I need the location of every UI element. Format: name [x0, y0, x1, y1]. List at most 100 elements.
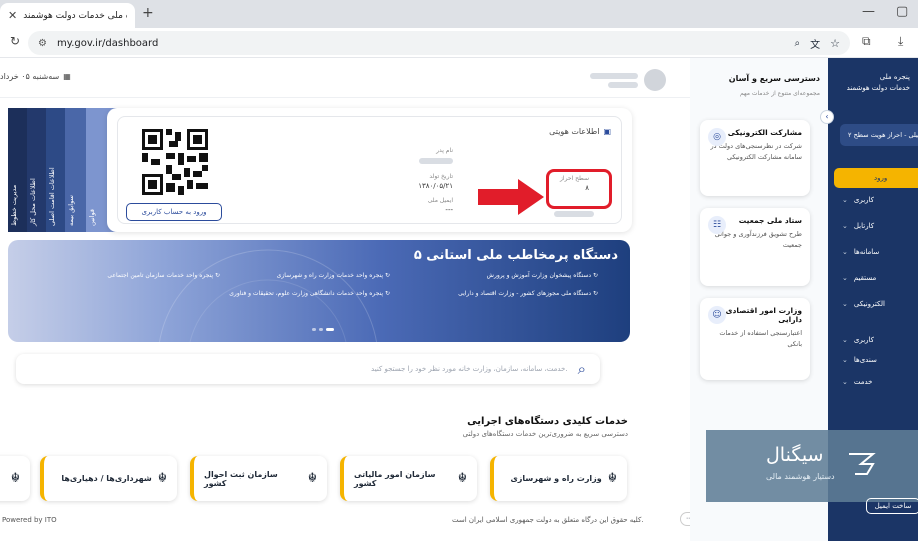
- quick-card[interactable]: ☷ ستاد ملی جمعیت طرح تشویق فرزندآوری و ج…: [700, 208, 810, 286]
- identity-card-inner: ورود به حساب کاربری اطلاعات هویتی ▣ نام …: [117, 116, 622, 224]
- service-title: وزارت راه و شهرسازی: [510, 474, 602, 483]
- sidebar-item[interactable]: ⌄ سامانه‌ها: [842, 248, 918, 256]
- bookmark-icon[interactable]: ☆: [830, 37, 840, 50]
- sidebar-item[interactable]: ⌄ خدمت: [842, 378, 918, 386]
- quick-card[interactable]: ☺ وزارت امور اقتصادی و دارایی اعتبارسنجی…: [700, 298, 810, 380]
- banner-link[interactable]: دستگاه پیشخوان وزارت آموزش و پرورش ↻: [487, 272, 598, 279]
- site-settings-icon[interactable]: ⚙: [38, 38, 47, 49]
- identity-title: اطلاعات هویتی ▣: [549, 127, 611, 136]
- father-name-field: نام پدر: [419, 147, 453, 166]
- link-icon: ↻: [592, 272, 598, 279]
- user-profile[interactable]: [580, 66, 666, 94]
- chevron-down-icon: ⌄: [842, 196, 848, 204]
- close-tab-icon[interactable]: ✕: [8, 9, 17, 22]
- quick-access-subtitle: مجموعه‌ای متنوع از خدمات مهم: [739, 90, 820, 97]
- sidebar-item[interactable]: ⌄ مستقیم: [842, 274, 918, 282]
- sidebar-item-label: الکترونیکی: [853, 300, 885, 308]
- folder-label: مدیریت خطوط: [10, 184, 18, 226]
- zoom-icon[interactable]: ⌕: [795, 38, 801, 49]
- field-value: ۱۳۸۰/۰۵/۲۱: [418, 182, 453, 190]
- link-icon: ↻: [214, 272, 220, 279]
- emblem-icon: ☬: [607, 471, 617, 486]
- service-card[interactable]: ☬: [0, 456, 30, 501]
- service-search[interactable]: خدمت، سامانه، سازمان، وزارت خانه مورد نظ…: [16, 354, 600, 384]
- banner-link[interactable]: پنجره واحد خدمات سازمان تامین اجتماعی ↻: [107, 272, 220, 279]
- sidebar-item[interactable]: ⌄ الکترونیکی: [842, 300, 918, 308]
- calendar-icon: ▦: [63, 72, 71, 81]
- browser-tab[interactable]: ✕ پنجره ملی خدمات دولت هوشمند: [0, 3, 135, 28]
- sidebar-header: پنجره ملی خدمات دولت هوشمند: [828, 58, 918, 118]
- banner-title: ۵ دستگاه پرمخاطب ملی استانی: [413, 248, 618, 263]
- field-label: نام پدر: [436, 147, 453, 154]
- sidebar-item-label: سامانه‌ها: [853, 248, 880, 256]
- banner-link-text: پنجره واحد خدمات دانشگاهی وزارت علوم، تح…: [229, 290, 384, 297]
- banner-link[interactable]: دستگاه ملی مجوزهای کشور - وزارت اقتصاد و…: [458, 290, 598, 297]
- dashboard-main: سه‌شنبه ۰۵ خرداد ▦ مدیریت خطوط اطلاعات م…: [0, 58, 690, 541]
- date-text: سه‌شنبه ۰۵ خرداد: [0, 72, 60, 81]
- featured-banner[interactable]: ۵ دستگاه پرمخاطب ملی استانی دستگاه پیشخو…: [8, 240, 630, 342]
- banner-link-text: پنجره واحد خدمات وزارت راه و شهرسازی: [276, 272, 384, 279]
- folder-label: سوابق بیمه: [67, 195, 75, 226]
- tab-title: پنجره ملی خدمات دولت هوشمند: [23, 10, 127, 21]
- date-display: سه‌شنبه ۰۵ خرداد ▦: [0, 72, 71, 81]
- download-icon[interactable]: ⤓: [898, 34, 903, 49]
- sidebar-item-label: مستقیم: [853, 274, 877, 282]
- translate-icon[interactable]: 文: [810, 36, 820, 51]
- quick-card-desc: اعتبارسنجی استفاده از خدمات بانکی: [719, 329, 802, 349]
- identity-level-select[interactable]: تکمیلی - احراز هویت سطح ۲: [840, 124, 918, 146]
- identity-card: ورود به حساب کاربری اطلاعات هویتی ▣ نام …: [107, 108, 632, 232]
- sidebar-item[interactable]: ⌄ سندی‌ها: [842, 356, 918, 364]
- field-label: تاریخ تولد: [429, 173, 453, 180]
- blurred-value: [554, 211, 594, 217]
- new-tab-icon[interactable]: +: [142, 5, 154, 21]
- service-card[interactable]: سازمان امور مالیاتی کشور ☬: [340, 456, 477, 501]
- banner-link-text: دستگاه ملی مجوزهای کشور - وزارت اقتصاد و…: [458, 290, 592, 297]
- emblem-icon: ☬: [457, 471, 467, 486]
- sidebar-item[interactable]: ⌄ کاربری: [842, 196, 918, 204]
- dashboard-header: سه‌شنبه ۰۵ خرداد ▦: [0, 58, 690, 98]
- minimize-icon[interactable]: —: [862, 4, 875, 19]
- url-field[interactable]: ⚙ my.gov.ir/dashboard ⌕ 文 ☆: [28, 31, 850, 55]
- service-card[interactable]: سازمان ثبت احوال کشور ☬: [190, 456, 327, 501]
- create-email-button[interactable]: ساخت ایمیل: [866, 498, 918, 514]
- sidebar-item-label: سندی‌ها: [853, 356, 877, 364]
- service-card[interactable]: شهرداری‌ها / دهیاری‌ها ☬: [40, 456, 177, 501]
- url-text: my.gov.ir/dashboard: [56, 37, 159, 49]
- red-arrow-icon: [478, 179, 544, 215]
- folder-label: اطلاعات اقامت اصلی: [48, 167, 56, 226]
- email-field: ایمیل ملی ---: [428, 197, 453, 214]
- participation-icon: ◎: [708, 128, 726, 146]
- sidebar-cta-button[interactable]: ورود: [834, 168, 918, 188]
- banner-link[interactable]: پنجره واحد خدمات وزارت راه و شهرسازی ↻: [277, 272, 390, 279]
- sidebar-item-label: کاربری: [853, 336, 875, 344]
- link-icon: ↻: [592, 290, 598, 297]
- maximize-icon[interactable]: ▢: [896, 4, 908, 19]
- sidebar-toggle-icon[interactable]: ‹: [820, 110, 834, 124]
- extensions-icon[interactable]: ⧉: [862, 34, 871, 49]
- carousel-dots[interactable]: [312, 328, 334, 331]
- search-input[interactable]: خدمت، سامانه، سازمان، وزارت خانه مورد نظ…: [371, 365, 568, 373]
- quick-access-title: دسترسی سریع و آسان: [728, 74, 820, 83]
- service-title: سازمان امور مالیاتی کشور: [354, 469, 436, 488]
- address-bar-row: ↻ ⚙ my.gov.ir/dashboard ⌕ 文 ☆ ⧉ ⤓: [0, 28, 918, 58]
- id-card-icon: ▣: [603, 127, 611, 136]
- reload-icon[interactable]: ↻: [10, 34, 20, 48]
- section-title: خدمات کلیدی دستگاه‌های اجرایی: [467, 416, 628, 427]
- avatar[interactable]: [644, 69, 666, 91]
- folder-label: اطلاعات محل کار: [29, 178, 37, 226]
- sidebar-item[interactable]: ⌄ کارتابل: [842, 222, 918, 230]
- sidebar-item[interactable]: ⌄ کاربری: [842, 336, 918, 344]
- banner-link[interactable]: پنجره واحد خدمات دانشگاهی وزارت علوم، تح…: [229, 290, 390, 297]
- emblem-icon: ☬: [157, 471, 167, 486]
- chevron-down-icon: ⌄: [842, 378, 848, 386]
- sidebar-item-label: خدمت: [853, 378, 873, 386]
- watermark-title: سیگنال: [766, 444, 824, 466]
- login-account-button[interactable]: ورود به حساب کاربری: [126, 203, 222, 221]
- sidebar-subtitle: خدمات دولت هوشمند: [846, 83, 910, 92]
- banner-link-text: دستگاه پیشخوان وزارت آموزش و پرورش: [486, 272, 592, 279]
- service-card[interactable]: وزارت راه و شهرسازی ☬: [490, 456, 627, 501]
- qr-code: [142, 129, 208, 195]
- field-value: ---: [445, 206, 453, 214]
- search-icon[interactable]: ⌕: [578, 360, 586, 378]
- quick-card[interactable]: ◎ مشارکت الکترونیکی شرکت در نظرسنجی‌های …: [700, 120, 810, 196]
